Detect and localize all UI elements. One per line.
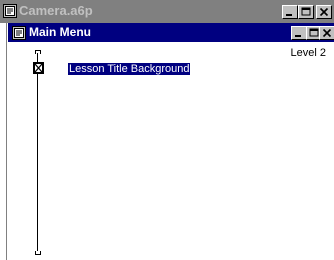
main-menu-title: Main Menu (29, 25, 91, 39)
close-icon (319, 7, 329, 17)
flowline[interactable] (37, 53, 38, 251)
display-icon[interactable] (33, 61, 44, 74)
flow-item-label[interactable]: Lesson Title Background (68, 63, 191, 75)
main-menu-window: Main Menu Level 2 Lesson Title Backgroun… (8, 23, 334, 260)
maximize-icon (301, 7, 311, 16)
outer-minimize-button[interactable] (282, 5, 298, 19)
outer-close-button[interactable] (316, 5, 332, 19)
authorware-file-icon (3, 4, 17, 18)
outer-window-title: Camera.a6p (19, 3, 93, 18)
flowline-end-hook[interactable] (35, 251, 41, 255)
inner-minimize-button[interactable] (291, 26, 307, 40)
minimize-icon (286, 14, 292, 16)
minimize-icon (295, 35, 301, 37)
close-icon (322, 28, 332, 38)
outer-maximize-button[interactable] (298, 5, 314, 19)
outer-title-bar[interactable]: Camera.a6p (0, 0, 334, 23)
level-indicator: Level 2 (290, 47, 326, 59)
authorware-file-icon (12, 26, 26, 40)
inner-close-button[interactable] (319, 26, 334, 40)
outer-window-frame (0, 23, 8, 260)
frame-line (6, 23, 7, 260)
flowline-start-hook[interactable] (35, 50, 41, 54)
main-menu-title-bar[interactable]: Main Menu (8, 23, 334, 42)
